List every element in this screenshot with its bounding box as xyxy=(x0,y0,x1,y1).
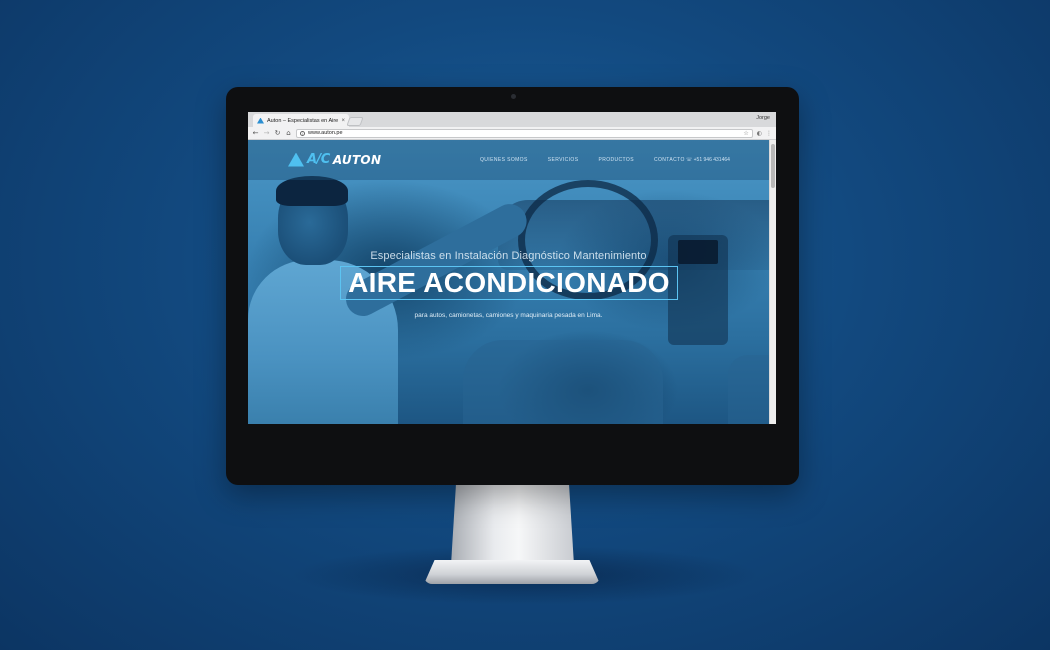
site-nav: QUIENES SOMOS SERVICIOS PRODUCTOS CONTAC… xyxy=(480,157,685,163)
profile-name[interactable]: Jorge xyxy=(756,115,770,121)
info-icon[interactable]: i xyxy=(300,130,305,136)
phone-link[interactable]: ☏ +51 946 431464 xyxy=(686,157,730,163)
hero-title: AIRE ACONDICIONADO xyxy=(348,267,670,298)
logo-name-text: AUTON xyxy=(332,152,382,167)
back-arrow-icon[interactable]: ← xyxy=(252,129,259,137)
page-scrollbar[interactable] xyxy=(769,140,776,424)
monitor-stand-neck xyxy=(451,485,574,565)
hero-photo-seat xyxy=(463,340,663,424)
site-logo[interactable]: A/C AUTON xyxy=(288,152,381,167)
mockup-stage: Auton – Especialistas en Aire × Jorge ← … xyxy=(0,0,1050,650)
menu-icon[interactable]: ⋮ xyxy=(766,130,772,137)
new-tab-button[interactable] xyxy=(346,117,364,126)
tab-title: Auton – Especialistas en Aire xyxy=(267,117,339,124)
tab-close-icon[interactable]: × xyxy=(341,118,345,124)
forward-arrow-icon[interactable]: → xyxy=(263,129,270,137)
favicon-icon xyxy=(257,117,264,124)
hero-subtitle: Especialistas en Instalación Diagnóstico… xyxy=(370,250,647,262)
bookmark-star-icon[interactable]: ☆ xyxy=(743,130,748,137)
browser-window: Auton – Especialistas en Aire × Jorge ← … xyxy=(248,112,776,424)
url-text: www.auton.pe xyxy=(308,130,343,136)
web-page: A/C AUTON QUIENES SOMOS SERVICIOS PRODUC… xyxy=(248,140,769,424)
nav-item-contacto[interactable]: CONTACTO xyxy=(654,157,685,163)
address-bar[interactable]: i www.auton.pe ☆ xyxy=(296,128,753,138)
nav-item-servicios[interactable]: SERVICIOS xyxy=(548,157,579,163)
browser-tab-bar: Auton – Especialistas en Aire × Jorge xyxy=(248,112,776,127)
reload-icon[interactable]: ↻ xyxy=(274,129,281,137)
logo-snowflake-icon xyxy=(288,152,304,167)
nav-item-quienes-somos[interactable]: QUIENES SOMOS xyxy=(480,157,528,163)
extension-icon[interactable]: ◐ xyxy=(757,130,762,137)
monitor-stand-base xyxy=(424,560,600,584)
browser-tab[interactable]: Auton – Especialistas en Aire × xyxy=(253,114,349,127)
hero-description: para autos, camionetas, camiones y maqui… xyxy=(414,312,603,319)
camera-icon xyxy=(511,94,516,99)
hero-photo-technician-hair xyxy=(276,176,348,206)
home-icon[interactable]: ⌂ xyxy=(285,129,292,137)
nav-item-productos[interactable]: PRODUCTOS xyxy=(598,157,633,163)
apple-logo-icon xyxy=(505,457,521,475)
scrollbar-thumb[interactable] xyxy=(771,144,775,188)
site-header: A/C AUTON QUIENES SOMOS SERVICIOS PRODUC… xyxy=(248,140,769,180)
hero-photo-seat-right xyxy=(728,355,769,424)
browser-toolbar: ← → ↻ ⌂ i www.auton.pe ☆ ◐ ⋮ xyxy=(248,127,776,140)
hero-title-box: AIRE ACONDICIONADO xyxy=(340,266,678,300)
logo-ac-text: A/C xyxy=(307,152,330,167)
